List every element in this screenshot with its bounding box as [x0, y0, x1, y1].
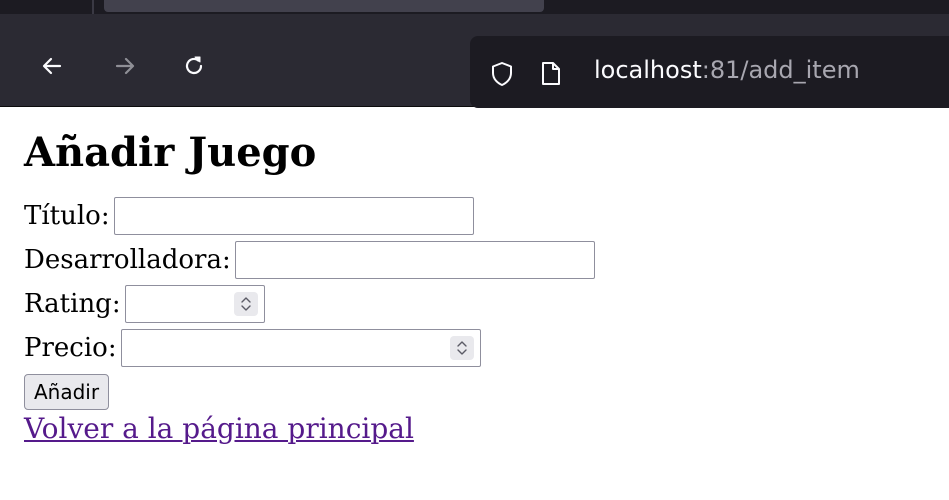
arrow-left-icon: [42, 57, 62, 75]
precio-spinner[interactable]: [449, 336, 474, 360]
url-path: :81/add_item: [701, 56, 860, 84]
titulo-input[interactable]: [113, 197, 474, 235]
titulo-row: Título:: [24, 194, 924, 238]
back-button[interactable]: [38, 52, 66, 80]
url-text[interactable]: localhost:81/add_item: [594, 56, 860, 84]
spinner-icon: [456, 341, 467, 355]
reload-icon: [185, 56, 203, 75]
titulo-label: Título:: [24, 201, 110, 231]
rating-spinner[interactable]: [233, 292, 258, 316]
desarrolladora-label: Desarrolladora:: [24, 245, 231, 275]
back-to-home-link[interactable]: Volver a la página principal: [24, 412, 414, 445]
rating-row: Rating:: [24, 282, 924, 326]
precio-input[interactable]: [120, 329, 481, 367]
tab-separator: [92, 0, 94, 14]
spinner-icon: [240, 297, 251, 311]
url-bar[interactable]: localhost:81/add_item: [470, 36, 949, 108]
browser-toolbar: localhost:81/add_item: [0, 14, 949, 108]
desarrolladora-row: Desarrolladora:: [24, 238, 924, 282]
active-tab[interactable]: [104, 0, 544, 12]
rating-label: Rating:: [24, 289, 121, 319]
precio-row: Precio:: [24, 326, 924, 370]
add-game-form: Título: Desarrolladora: Rating: Precio:: [24, 194, 924, 410]
reload-button[interactable]: [180, 52, 208, 80]
page-title: Añadir Juego: [24, 129, 317, 176]
page-content: Añadir Juego Título: Desarrolladora: Rat…: [24, 128, 924, 445]
page-icon[interactable]: [540, 61, 562, 87]
forward-button[interactable]: [111, 52, 139, 80]
rating-input[interactable]: [124, 285, 265, 323]
precio-label: Precio:: [24, 333, 117, 363]
tab-strip: [0, 0, 949, 14]
arrow-right-icon: [115, 57, 135, 75]
shield-icon[interactable]: [490, 61, 514, 87]
desarrolladora-input[interactable]: [234, 241, 595, 279]
add-button[interactable]: Añadir: [24, 374, 110, 410]
url-host: localhost: [594, 56, 702, 84]
